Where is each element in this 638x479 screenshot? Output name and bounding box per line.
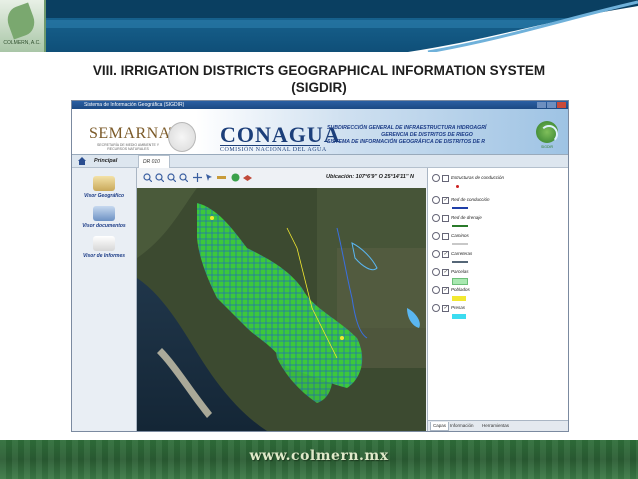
layer-row[interactable]: Red de drenaje bbox=[432, 214, 482, 222]
sidebar-item-label: Visor documentos bbox=[82, 223, 126, 229]
layer-checkbox[interactable] bbox=[442, 214, 449, 222]
reports-icon bbox=[93, 236, 115, 251]
layer-swatch bbox=[452, 225, 468, 227]
town-marker bbox=[340, 336, 344, 340]
zoom-in-icon[interactable] bbox=[143, 173, 152, 182]
layer-checkbox[interactable] bbox=[442, 232, 449, 240]
sidebar-item-label: Visor de Informes bbox=[82, 253, 126, 259]
sidebar: Visor Geográfico Visor documentos Visor … bbox=[72, 168, 137, 431]
layer-checkbox[interactable] bbox=[442, 174, 449, 182]
slide-title-line2: (SIGDIR) bbox=[291, 80, 347, 95]
zoom-out-icon[interactable] bbox=[155, 173, 164, 182]
layer-label: Caminos bbox=[451, 233, 469, 239]
conagua-subtitle: COMISIÓN NACIONAL DEL AGUA bbox=[220, 147, 327, 153]
layer-row[interactable]: ✓ Presas bbox=[432, 304, 465, 312]
eye-icon[interactable] bbox=[432, 232, 440, 240]
sidebar-item-visor-geografico[interactable]: Visor Geográfico bbox=[72, 176, 136, 199]
town-marker bbox=[210, 216, 214, 220]
slide-header-band bbox=[0, 0, 638, 52]
layer-swatch bbox=[452, 296, 466, 301]
layer-label: Estructuras de conducción bbox=[451, 175, 505, 181]
home-icon[interactable] bbox=[78, 157, 86, 165]
semarnat-logo: SEMARNAT bbox=[89, 125, 180, 142]
layers-icon[interactable] bbox=[243, 173, 252, 182]
zoom-extent-icon[interactable] bbox=[167, 173, 176, 182]
layer-swatch bbox=[452, 243, 468, 245]
layer-row[interactable]: ✓ Red de conducción bbox=[432, 196, 490, 204]
documents-icon bbox=[93, 206, 115, 221]
layer-row[interactable]: Estructuras de conducción bbox=[432, 174, 504, 182]
eye-icon[interactable] bbox=[432, 250, 440, 258]
eye-icon[interactable] bbox=[432, 214, 440, 222]
header-curve-decoration bbox=[408, 0, 638, 52]
layer-label: Poblados bbox=[451, 287, 470, 293]
banner-text: SUBDIRECCIÓN GENERAL DE INFRAESTRUCTURA … bbox=[327, 125, 537, 146]
layer-label: Carreteras bbox=[451, 251, 473, 257]
layer-label: Parcelas bbox=[451, 269, 469, 275]
tab-capas[interactable]: Capas bbox=[430, 422, 450, 431]
window-titlebar: Sistema de Información Geográfica (SIGDI… bbox=[72, 101, 568, 109]
corner-logo-text: COLMERN, A.C. bbox=[3, 40, 41, 46]
colmern-logo: COLMERN, A.C. bbox=[0, 0, 46, 52]
layer-swatch bbox=[452, 261, 468, 263]
tab-principal[interactable]: Principal bbox=[90, 155, 121, 167]
eye-icon[interactable] bbox=[432, 268, 440, 276]
identify-icon[interactable] bbox=[231, 173, 240, 182]
window-title: Sistema de Información Geográfica (SIGDI… bbox=[84, 102, 185, 108]
layer-swatch bbox=[456, 185, 459, 188]
layer-row[interactable]: ✓ Poblados bbox=[432, 286, 470, 294]
layer-checkbox[interactable]: ✓ bbox=[442, 250, 449, 258]
banner-line1: SUBDIRECCIÓN GENERAL DE INFRAESTRUCTURA … bbox=[327, 125, 487, 131]
mexico-seal-icon bbox=[168, 122, 196, 152]
app-screenshot: Sistema de Información Geográfica (SIGDI… bbox=[71, 100, 569, 432]
tab-informacion[interactable]: Información bbox=[448, 422, 476, 430]
layer-row[interactable]: ✓ Parcelas bbox=[432, 268, 469, 276]
eye-icon[interactable] bbox=[432, 286, 440, 294]
sidebar-item-visor-informes[interactable]: Visor de Informes bbox=[72, 236, 136, 259]
close-button[interactable] bbox=[557, 102, 566, 108]
app-banner: SEMARNAT SECRETARÍA DE MEDIO AMBIENTE Y … bbox=[72, 109, 568, 155]
zoom-previous-icon[interactable] bbox=[179, 173, 188, 182]
eye-icon[interactable] bbox=[432, 304, 440, 312]
select-arrow-icon[interactable] bbox=[205, 173, 214, 182]
layer-row[interactable]: ✓ Carreteras bbox=[432, 250, 472, 258]
tab-herramientas[interactable]: Herramientas bbox=[480, 422, 511, 430]
banner-line2: GERENCIA DE DISTRITOS DE RIEGO bbox=[381, 132, 473, 138]
sidebar-item-label: Visor Geográfico bbox=[83, 193, 125, 199]
layer-label: Red de drenaje bbox=[451, 215, 482, 221]
sigdir-logo: SIGDIR bbox=[532, 121, 562, 153]
layer-swatch bbox=[452, 314, 466, 319]
maximize-button[interactable] bbox=[547, 102, 556, 108]
measure-icon[interactable] bbox=[217, 173, 226, 182]
panel-tabbar: Capas Información Herramientas bbox=[428, 420, 568, 431]
layer-swatch bbox=[452, 207, 468, 209]
layer-row[interactable]: Caminos bbox=[432, 232, 469, 240]
sidebar-item-visor-documentos[interactable]: Visor documentos bbox=[72, 206, 136, 229]
leaf-icon bbox=[3, 2, 39, 40]
layer-checkbox[interactable]: ✓ bbox=[442, 286, 449, 294]
map-stack-icon bbox=[93, 176, 115, 191]
conagua-divider bbox=[220, 145, 320, 146]
slide-title: VIII. IRRIGATION DISTRICTS GEOGRAPHICAL … bbox=[0, 62, 638, 96]
water-swirl-icon bbox=[540, 125, 558, 143]
location-readout: Ubicación: 107°6'9'' O 25°14'11'' N bbox=[326, 174, 414, 180]
satellite-map[interactable] bbox=[137, 188, 426, 431]
layer-label: Red de conducción bbox=[451, 197, 490, 203]
eye-icon[interactable] bbox=[432, 174, 440, 182]
slide-title-line1: VIII. IRRIGATION DISTRICTS GEOGRAPHICAL … bbox=[92, 63, 546, 78]
layer-checkbox[interactable]: ✓ bbox=[442, 304, 449, 312]
layer-label: Presas bbox=[451, 305, 466, 311]
eye-icon[interactable] bbox=[432, 196, 440, 204]
sigdir-logo-text: SIGDIR bbox=[540, 145, 554, 149]
layer-checkbox[interactable]: ✓ bbox=[442, 268, 449, 276]
layer-checkbox[interactable]: ✓ bbox=[442, 196, 449, 204]
pan-icon[interactable] bbox=[193, 173, 202, 182]
minimize-button[interactable] bbox=[537, 102, 546, 108]
footer-url[interactable]: www.colmern.mx bbox=[0, 448, 638, 464]
semarnat-subtitle: SECRETARÍA DE MEDIO AMBIENTE Y RECURSOS … bbox=[96, 143, 160, 151]
tab-dr-010[interactable]: DR 010 bbox=[138, 155, 170, 168]
layer-swatch bbox=[452, 278, 468, 285]
layers-panel: Estructuras de conducción ✓ Red de conduc… bbox=[427, 168, 568, 431]
banner-line3: SISTEMA DE INFORMACIÓN GEOGRÁFICA DE DIS… bbox=[327, 139, 486, 145]
